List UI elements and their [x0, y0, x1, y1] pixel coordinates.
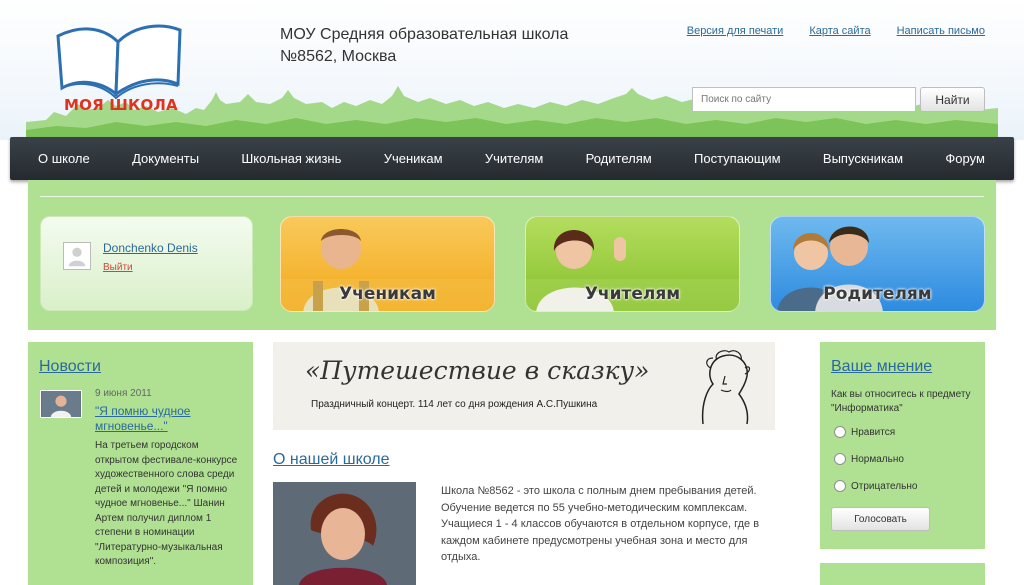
nav-item-forum[interactable]: Форум	[945, 151, 985, 166]
nav-item-documents[interactable]: Документы	[132, 151, 199, 166]
sitemap-link[interactable]: Карта сайта	[809, 25, 870, 37]
news-item-text: На третьем городском открытом фестивале-…	[95, 440, 238, 567]
about-school-title[interactable]: О нашей школе	[273, 451, 390, 469]
nav-item-students[interactable]: Ученикам	[384, 151, 443, 166]
radio-button[interactable]	[834, 480, 846, 492]
main-nav: О школе Документы Школьная жизнь Ученика…	[10, 137, 1014, 180]
nav-item-about[interactable]: О школе	[38, 151, 90, 166]
logout-link[interactable]: Выйти	[103, 262, 133, 273]
news-date: 9 июня 2011	[95, 388, 152, 399]
about-school-text: Школа №8562 - это школа с полным днем пр…	[441, 485, 760, 563]
event-banner[interactable]: «Путешествие в сказку» Праздничный конце…	[273, 342, 775, 430]
top-links: Версия для печати Карта сайта Написать п…	[687, 25, 985, 37]
news-item-link[interactable]: "Я помню чудное мгновенье..."	[95, 404, 235, 434]
banner-title: «Путешествие в сказку»	[305, 356, 650, 385]
school-title: МОУ Средняя образовательная школа №8562,…	[280, 24, 640, 68]
print-version-link[interactable]: Версия для печати	[687, 25, 784, 37]
school-title-line2: №8562, Москва	[280, 48, 397, 65]
nav-item-teachers[interactable]: Учителям	[485, 151, 543, 166]
nav-item-parents[interactable]: Родителям	[586, 151, 652, 166]
site-header: МОЯ ШКОЛА МОУ Средняя образовательная шк…	[0, 0, 1024, 142]
category-band: Donchenko Denis Выйти Ученикам Учителям	[28, 180, 996, 330]
news-panel: Новости 9 июня 2011 "Я помню чудное мгно…	[28, 342, 253, 585]
logo-text[interactable]: МОЯ ШКОЛА	[64, 96, 178, 114]
principal-photo-icon	[273, 482, 416, 585]
nav-item-applicants[interactable]: Поступающим	[694, 151, 781, 166]
banner-subtitle: Праздничный концерт. 114 лет со дня рожд…	[311, 399, 598, 410]
poll-question: Как вы относитесь к предмету "Информатик…	[831, 389, 971, 414]
radio-button[interactable]	[834, 453, 846, 465]
user-name-link[interactable]: Donchenko Denis	[103, 241, 198, 255]
user-avatar-icon	[63, 242, 91, 270]
news-title-link[interactable]: Новости	[39, 358, 101, 376]
sidebar-panel-2	[820, 563, 985, 585]
school-title-line1: МОУ Средняя образовательная школа	[280, 26, 569, 43]
poll-option-label: Нравится	[851, 426, 896, 438]
search-input[interactable]	[692, 87, 916, 112]
poll-option-negative[interactable]: Отрицательно	[834, 480, 917, 492]
write-letter-link[interactable]: Написать письмо	[897, 25, 985, 37]
radio-button[interactable]	[834, 426, 846, 438]
pushkin-portrait-icon	[701, 350, 751, 425]
poll-option-like[interactable]: Нравится	[834, 426, 895, 438]
divider	[40, 196, 984, 197]
user-panel: Donchenko Denis Выйти	[40, 216, 253, 311]
search-button[interactable]: Найти	[920, 87, 985, 112]
category-card-parents[interactable]: Родителям	[770, 216, 985, 312]
category-card-teachers[interactable]: Учителям	[525, 216, 740, 312]
poll-option-label: Нормально	[851, 453, 904, 465]
category-card-students[interactable]: Ученикам	[280, 216, 495, 312]
poll-option-label: Отрицательно	[851, 480, 918, 492]
poll-title-link[interactable]: Ваше мнение	[831, 358, 932, 376]
category-label-students: Ученикам	[339, 284, 436, 304]
news-thumbnail-icon[interactable]	[40, 390, 82, 418]
nav-item-graduates[interactable]: Выпускникам	[823, 151, 903, 166]
nav-item-school-life[interactable]: Школьная жизнь	[241, 151, 341, 166]
poll-panel: Ваше мнение Как вы относитесь к предмету…	[820, 342, 985, 549]
poll-option-normal[interactable]: Нормально	[834, 453, 904, 465]
category-label-parents: Родителям	[823, 284, 932, 304]
category-label-teachers: Учителям	[584, 284, 681, 304]
vote-button[interactable]: Голосовать	[831, 507, 930, 531]
